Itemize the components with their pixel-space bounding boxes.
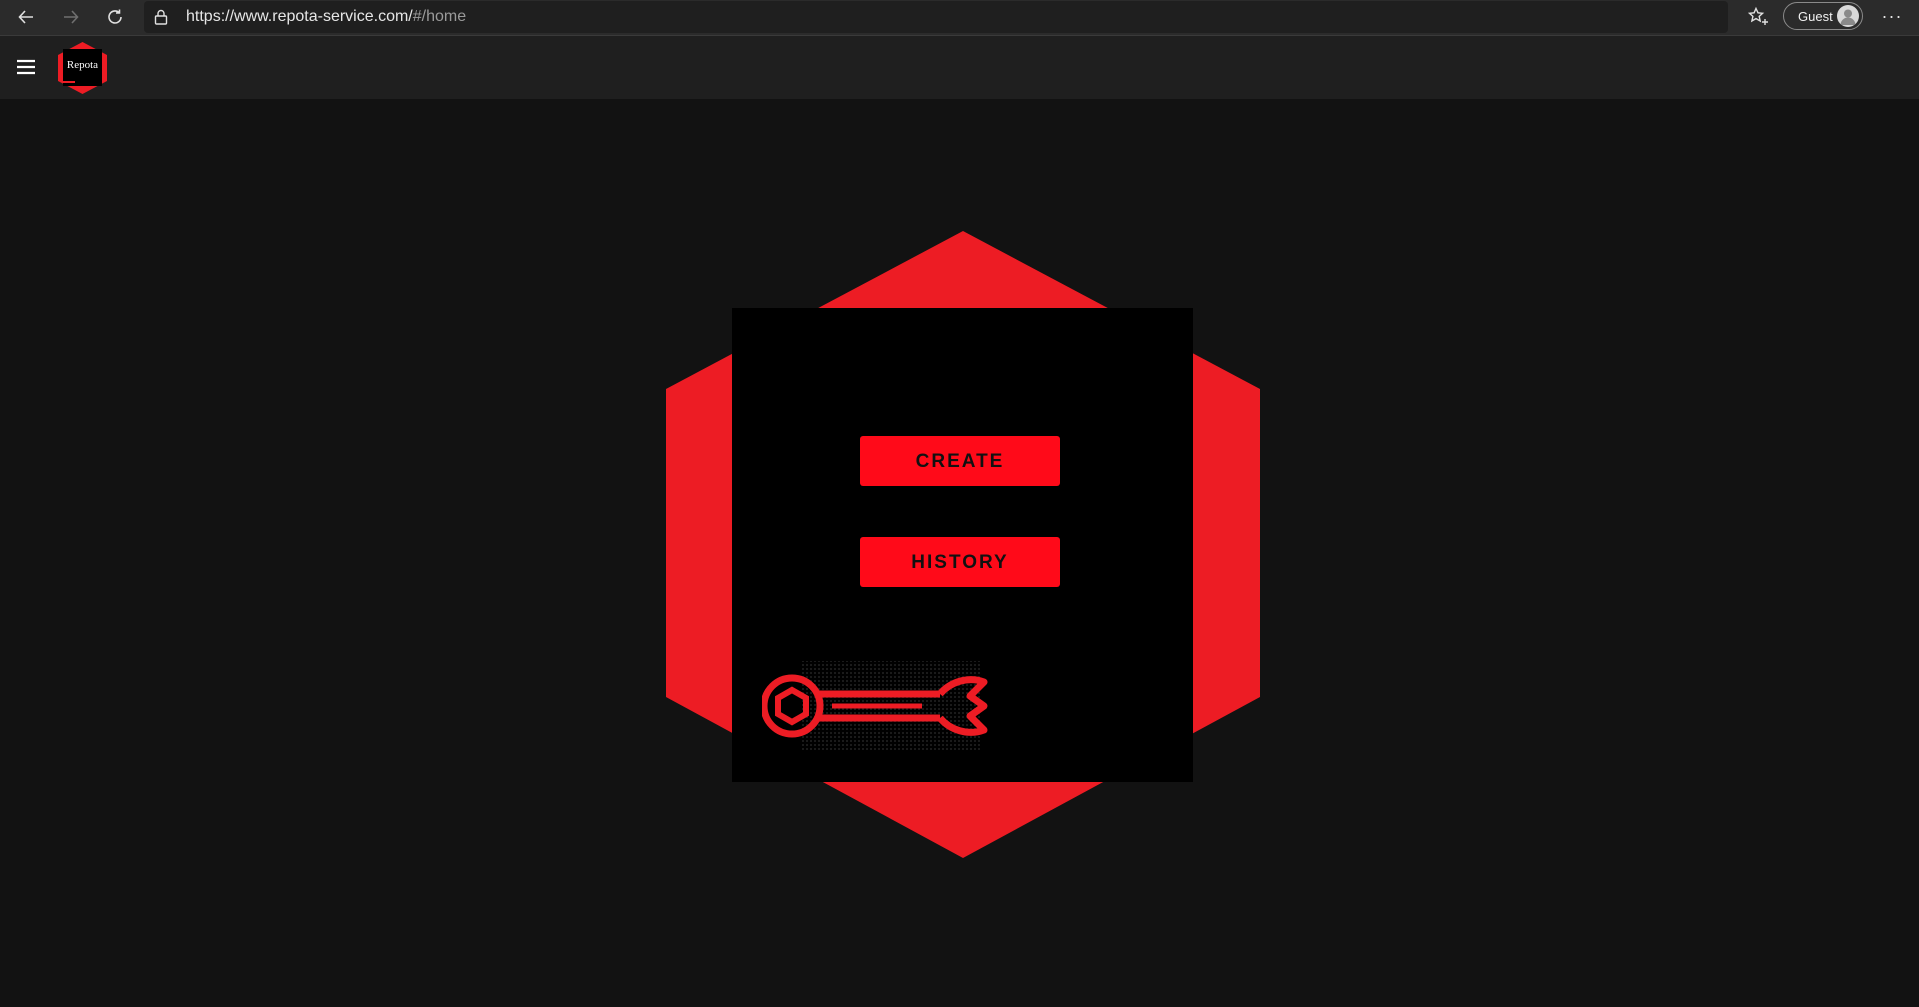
arrow-right-icon [64, 10, 79, 24]
profile-label: Guest [1798, 9, 1833, 24]
wrench-icon [762, 661, 988, 751]
forward-button[interactable] [58, 4, 84, 30]
arrow-left-icon [18, 10, 33, 24]
reload-button[interactable] [102, 4, 128, 30]
person-icon [1837, 5, 1859, 27]
app-logo[interactable]: Repota [55, 41, 110, 95]
star-plus-icon[interactable] [1746, 5, 1770, 29]
create-button[interactable]: CREATE [860, 436, 1060, 486]
hamburger-icon[interactable] [14, 55, 38, 79]
reload-icon [108, 9, 122, 24]
app-header: Repota [0, 36, 1919, 99]
back-button[interactable] [13, 4, 39, 30]
address-bar[interactable]: https://www.repota-service.com/#/home [144, 1, 1728, 33]
lock-icon[interactable] [154, 9, 168, 25]
hero-card: CREATE HISTORY [663, 229, 1263, 859]
logo-text: Repota [66, 59, 99, 71]
url-host: https://www.repota-service.com/ [186, 8, 413, 25]
hero-panel: CREATE HISTORY [732, 308, 1193, 782]
url-path: #/home [412, 8, 467, 25]
more-options-button[interactable]: ··· [1878, 4, 1906, 30]
profile-button[interactable]: Guest [1783, 2, 1863, 30]
history-button[interactable]: HISTORY [860, 537, 1060, 587]
browser-toolbar: https://www.repota-service.com/#/home Gu… [0, 0, 1919, 36]
url-text[interactable]: https://www.repota-service.com/#/home [186, 8, 466, 26]
